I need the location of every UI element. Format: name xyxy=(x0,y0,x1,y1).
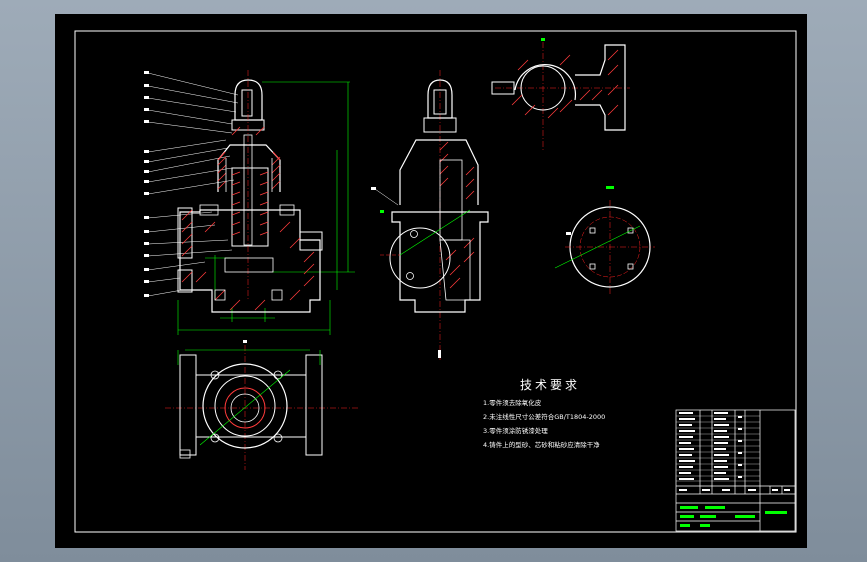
side-section-view xyxy=(371,70,489,360)
title-block-highlights xyxy=(680,506,787,527)
bolt-circle-view xyxy=(554,186,655,295)
application-background: 技术要求 1.零件须去除氧化皮 2.未注线性尺寸公差符合GB/T1804-200… xyxy=(0,0,867,562)
tech-requirement-3: 3.零件须涂防锈漆处理 xyxy=(483,427,548,435)
tech-requirements-title: 技术要求 xyxy=(520,378,581,392)
tech-requirement-4: 4.铸件上的型砂、芯砂和粘砂应清除干净 xyxy=(483,441,600,449)
title-block-entries xyxy=(679,412,790,491)
front-section-view xyxy=(144,70,355,335)
drawing-border xyxy=(74,30,797,533)
cad-drawing-canvas xyxy=(74,30,797,533)
plan-view xyxy=(165,340,360,470)
flange-section-view xyxy=(491,38,630,150)
tech-requirement-2: 2.未注线性尺寸公差符合GB/T1804-2000 xyxy=(483,413,606,421)
tech-requirement-1: 1.零件须去除氧化皮 xyxy=(483,399,542,407)
